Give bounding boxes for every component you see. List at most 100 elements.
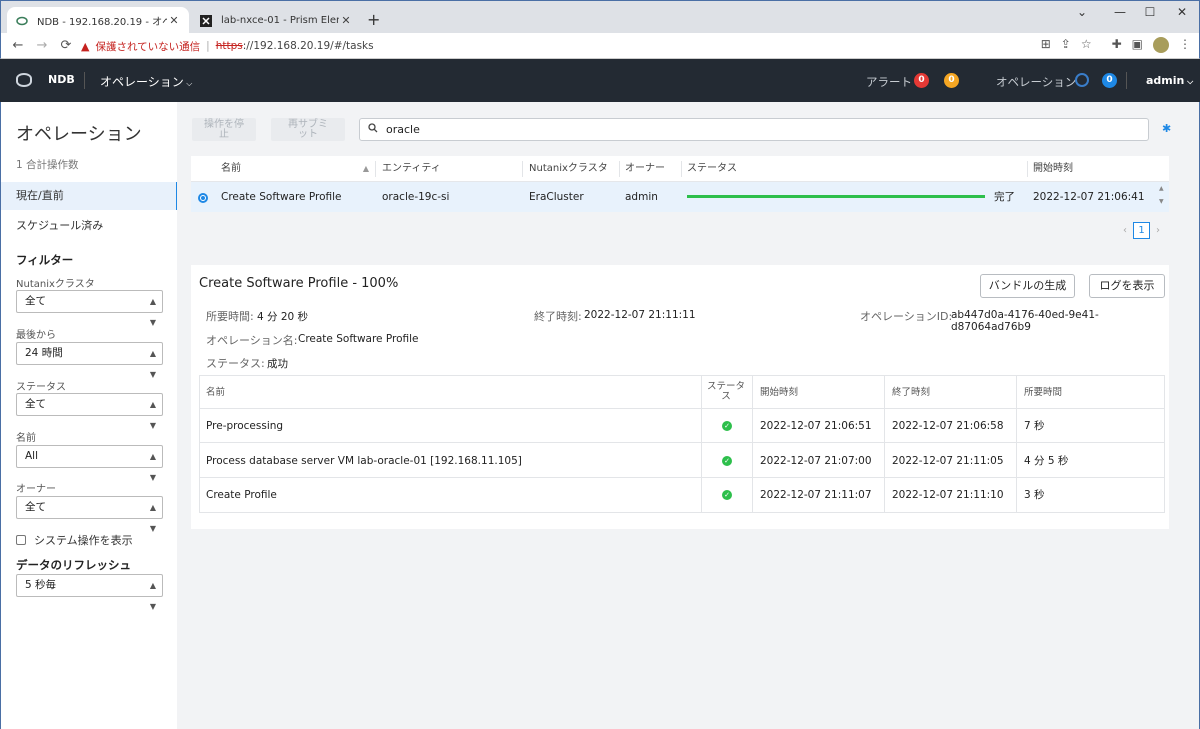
resubmit-button[interactable]: 再サブミ ット bbox=[271, 118, 345, 141]
side-panel-icon[interactable]: ▣ bbox=[1132, 37, 1143, 53]
column-divider bbox=[522, 161, 523, 177]
user-menu[interactable]: admin ⌵ bbox=[1146, 74, 1193, 87]
bookmark-star-icon[interactable]: ☆ bbox=[1081, 37, 1092, 53]
steps-table: 名前 ステータス 開始時刻 終了時刻 所要時間 Pre-processing ✓… bbox=[199, 375, 1165, 513]
detail-title: Create Software Profile - 100% bbox=[199, 276, 399, 291]
success-check-icon: ✓ bbox=[722, 456, 732, 466]
address-bar-icons: ⊞ ⇪ ☆ ✚ ▣ ⋮ bbox=[1041, 37, 1191, 53]
chevron-down-icon: ⌵ bbox=[1184, 77, 1194, 86]
col-cluster[interactable]: Nutanixクラスタ bbox=[529, 156, 617, 182]
col-status[interactable]: ステータス bbox=[687, 156, 1027, 182]
row-select-radio[interactable] bbox=[198, 193, 208, 203]
filter-cluster-select[interactable]: 全て ▲ ▼ bbox=[16, 290, 163, 327]
url-text: ://192.168.20.19/#/tasks bbox=[242, 40, 374, 52]
filter-heading: フィルター bbox=[16, 253, 74, 267]
step-duration: 3 秒 bbox=[1024, 489, 1045, 501]
col-owner[interactable]: オーナー bbox=[625, 156, 680, 182]
show-system-checkbox[interactable] bbox=[16, 535, 26, 545]
operations-count-badge[interactable]: 0 bbox=[1102, 73, 1117, 88]
col-name[interactable]: 名前 ▲ bbox=[221, 156, 373, 182]
column-divider bbox=[1027, 161, 1028, 177]
forward-arrow-icon[interactable]: → bbox=[33, 37, 51, 55]
url-omnibox[interactable]: ▲ 保護されていない通信 | https ://192.168.20.19/#/… bbox=[81, 35, 1091, 57]
refresh-interval-select[interactable]: 5 秒毎 ▲ ▼ bbox=[16, 574, 163, 611]
col-entity[interactable]: エンティティ bbox=[382, 156, 520, 182]
row-progress-bar bbox=[687, 195, 985, 198]
share-icon[interactable]: ⇪ bbox=[1061, 37, 1071, 53]
stop-operation-button[interactable]: 操作を停 止 bbox=[192, 118, 256, 141]
search-input[interactable]: oracle bbox=[359, 118, 1149, 141]
filter-name-label: 名前 bbox=[16, 433, 36, 444]
filter-since-select[interactable]: 24 時間 ▲ ▼ bbox=[16, 342, 163, 379]
select-value: 全て bbox=[25, 398, 46, 410]
filter-owner-label: オーナー bbox=[16, 484, 56, 495]
reload-icon[interactable]: ⟳ bbox=[57, 37, 75, 55]
close-window-button[interactable]: ✕ bbox=[1167, 5, 1197, 19]
filter-status-select[interactable]: 全て ▲ ▼ bbox=[16, 393, 163, 430]
translate-icon[interactable]: ⊞ bbox=[1041, 37, 1051, 53]
security-warning-label[interactable]: 保護されていない通信 bbox=[95, 39, 200, 54]
steps-col-status: ステータス bbox=[704, 382, 748, 402]
new-tab-button[interactable]: + bbox=[367, 10, 380, 29]
alerts-label[interactable]: アラート bbox=[866, 74, 912, 90]
tab-close-icon[interactable]: ✕ bbox=[167, 14, 181, 27]
select-value: All bbox=[25, 450, 39, 462]
brand-name[interactable]: NDB bbox=[48, 73, 75, 86]
select-arrows-icon: ▲ ▼ bbox=[149, 400, 156, 430]
maximize-button[interactable]: ☐ bbox=[1135, 5, 1165, 19]
select-value: 全て bbox=[25, 295, 46, 307]
minimize-button[interactable]: — bbox=[1105, 5, 1135, 19]
select-value: 24 時間 bbox=[25, 347, 63, 359]
step-end: 2022-12-07 21:06:58 bbox=[892, 420, 1004, 432]
filter-owner-select[interactable]: 全て ▲ ▼ bbox=[16, 496, 163, 533]
sidebar-item-scheduled[interactable]: スケジュール済み bbox=[1, 212, 178, 240]
show-system-ops[interactable]: システム操作を表示 bbox=[16, 532, 133, 548]
browser-tab-ndb[interactable]: NDB - 192.168.20.19 - オペレーショ ✕ bbox=[7, 7, 189, 34]
filter-name-select[interactable]: All ▲ ▼ bbox=[16, 445, 163, 482]
end-time-label: 終了時刻: bbox=[534, 310, 582, 323]
step-name: Pre-processing bbox=[206, 420, 284, 432]
col-start[interactable]: 開始時刻 bbox=[1033, 156, 1163, 182]
step-duration: 7 秒 bbox=[1024, 420, 1045, 432]
steps-col-duration: 所要時間 bbox=[1024, 387, 1063, 398]
steps-header: 名前 ステータス 開始時刻 終了時刻 所要時間 bbox=[200, 376, 1164, 409]
operations-menu[interactable]: オペレーション ⌵ bbox=[100, 73, 192, 90]
page-number[interactable]: 1 bbox=[1133, 222, 1150, 239]
step-start: 2022-12-07 21:11:07 bbox=[760, 489, 872, 501]
table-header: 名前 ▲ エンティティ Nutanixクラスタ オーナー ステータス 開始時刻 bbox=[191, 156, 1169, 182]
next-page-icon[interactable]: › bbox=[1156, 225, 1160, 236]
alert-warning-badge[interactable]: 0 bbox=[944, 73, 959, 88]
operation-name-value: Create Software Profile bbox=[298, 333, 419, 345]
status-label: ステータス: bbox=[206, 357, 265, 370]
main-content: 操作を停 止 再サブミ ット oracle ✱ 名前 ▲ エンティティ Nutan… bbox=[177, 102, 1200, 729]
prev-page-icon[interactable]: ‹ bbox=[1123, 225, 1127, 236]
operation-count: 1 合計操作数 bbox=[16, 159, 79, 171]
end-time-value: 2022-12-07 21:11:11 bbox=[584, 309, 696, 321]
tab-search-icon[interactable]: ⌄ bbox=[1067, 5, 1097, 19]
col-label: 名前 bbox=[221, 163, 241, 174]
sidebar-item-current[interactable]: 現在/直前 bbox=[1, 182, 178, 210]
settings-gear-icon[interactable]: ✱ bbox=[1162, 122, 1171, 135]
alert-critical-badge[interactable]: 0 bbox=[914, 73, 929, 88]
operations-status-label[interactable]: オペレーション bbox=[996, 74, 1076, 90]
back-arrow-icon[interactable]: ← bbox=[9, 37, 27, 55]
operation-detail-panel: Create Software Profile - 100% バンドルの生成 ロ… bbox=[191, 265, 1169, 529]
extensions-puzzle-icon[interactable]: ✚ bbox=[1112, 37, 1122, 53]
table-row[interactable]: Create Software Profile oracle-19c-si Er… bbox=[191, 182, 1169, 212]
generate-bundle-button[interactable]: バンドルの生成 bbox=[980, 274, 1075, 298]
scroll-arrows-icon[interactable]: ▲ ▼ bbox=[1159, 182, 1164, 208]
col-label: エンティティ bbox=[382, 163, 441, 174]
header-divider bbox=[84, 72, 85, 89]
tab-close-icon[interactable]: ✕ bbox=[339, 14, 353, 27]
browser-menu-icon[interactable]: ⋮ bbox=[1179, 37, 1191, 53]
browser-tab-prism[interactable]: lab-nxce-01 - Prism Element ✕ bbox=[191, 7, 361, 34]
operations-table: 名前 ▲ エンティティ Nutanixクラスタ オーナー ステータス 開始時刻 C… bbox=[191, 156, 1169, 212]
profile-avatar[interactable] bbox=[1153, 37, 1169, 53]
resubmit-label-line2: ット bbox=[298, 129, 318, 140]
url-divider: | bbox=[206, 40, 210, 52]
step-start: 2022-12-07 21:06:51 bbox=[760, 420, 872, 432]
show-log-button[interactable]: ログを表示 bbox=[1089, 274, 1165, 298]
sort-icon: ▲ bbox=[362, 164, 369, 173]
address-bar: ← → ⟳ ▲ 保護されていない通信 | https ://192.168.20… bbox=[0, 33, 1200, 59]
tab-title: lab-nxce-01 - Prism Element bbox=[221, 15, 339, 26]
